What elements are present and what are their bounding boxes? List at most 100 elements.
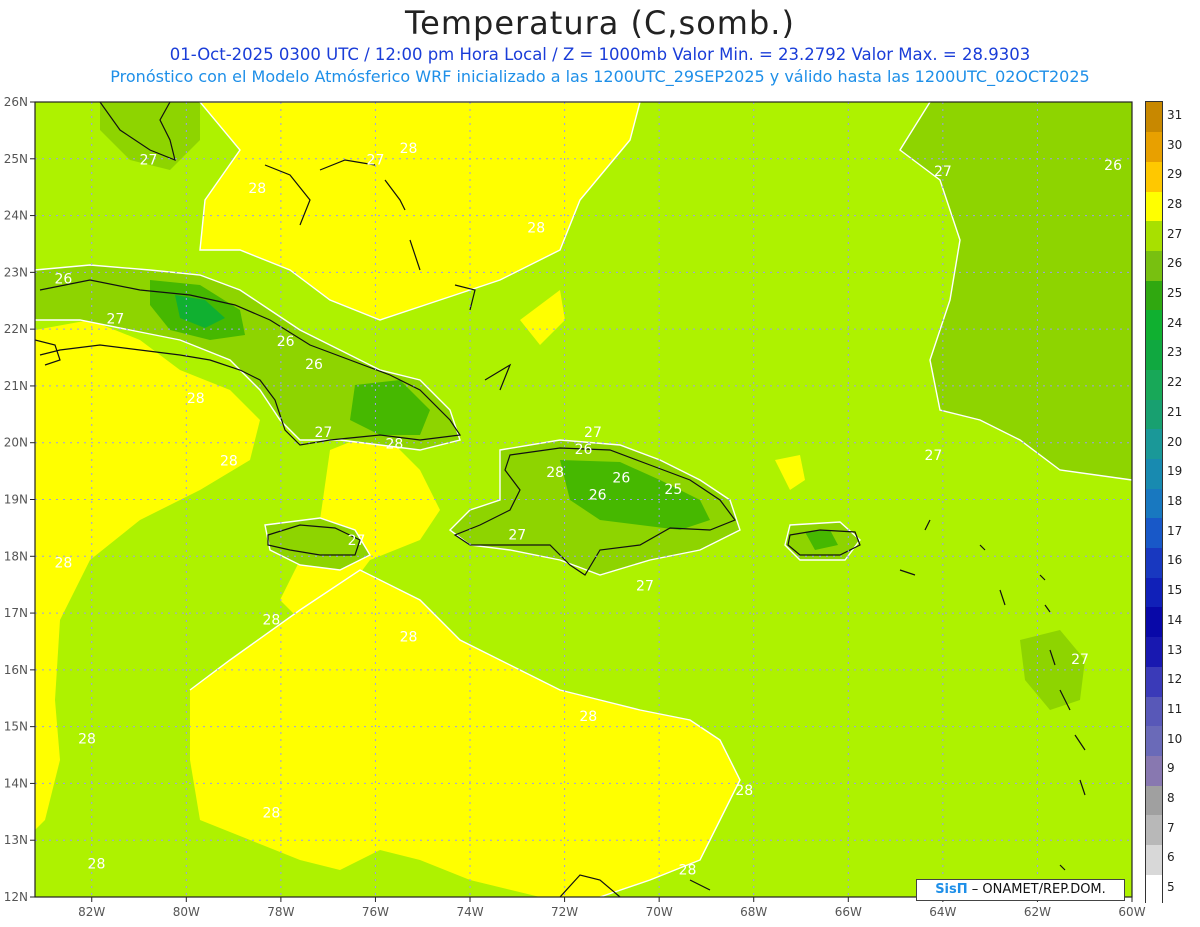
contour-label: 28 [263, 612, 281, 628]
colorbar-label: 8 [1167, 791, 1175, 806]
contour-label: 28 [263, 806, 281, 822]
colorbar-label: 23 [1167, 345, 1183, 360]
colorbar-segment [1146, 399, 1162, 430]
lon-tick-label: 64W [929, 905, 956, 919]
colorbar-label: 18 [1167, 494, 1183, 508]
contour-label: 28 [735, 783, 753, 799]
contour-label: 27 [934, 164, 952, 180]
colorbar-label: 21 [1167, 404, 1183, 419]
lat-tick-label: 20N [4, 436, 28, 450]
contour-label: 26 [1104, 158, 1122, 174]
colorbar-label: 25 [1167, 286, 1183, 301]
temperature-colorbar [1145, 101, 1163, 905]
colorbar-segment [1146, 874, 1162, 905]
contour-label: 28 [579, 709, 597, 725]
contour-label: 27 [636, 578, 654, 594]
contour-label: 27 [106, 311, 124, 327]
contour-label: 25 [664, 482, 682, 498]
colorbar-segment [1146, 785, 1162, 816]
colorbar-segment [1146, 547, 1162, 578]
lon-tick-label: 76W [362, 905, 389, 919]
colorbar-label: 16 [1167, 553, 1183, 568]
colorbar-label: 7 [1167, 820, 1175, 835]
colorbar-segment [1146, 250, 1162, 281]
colorbar-segment [1146, 577, 1162, 608]
lat-tick-label: 16N [4, 663, 28, 677]
contour-label: 28 [187, 391, 205, 407]
colorbar-segment [1146, 102, 1162, 133]
contour-label: 27 [924, 448, 942, 464]
lon-tick-label: 82W [78, 905, 105, 919]
colorbar-label: 29 [1167, 167, 1183, 182]
colorbar-label: 19 [1167, 464, 1183, 479]
contour-label: 27 [348, 533, 366, 549]
colorbar-label: 20 [1167, 434, 1183, 449]
lon-tick-label: 66W [835, 905, 862, 919]
lon-tick-label: 74W [456, 905, 483, 919]
contour-label: 28 [54, 556, 72, 572]
colorbar-label: 12 [1167, 672, 1183, 687]
colorbar-segment [1146, 339, 1162, 370]
lat-tick-label: 14N [4, 776, 28, 790]
colorbar-label: 27 [1167, 226, 1183, 241]
credit-text: – ONAMET/REP.DOM. [971, 882, 1106, 897]
contour-label: 26 [575, 442, 593, 458]
colorbar-segment [1146, 161, 1162, 192]
contour-label: 28 [385, 436, 403, 452]
lon-tick-label: 80W [173, 905, 200, 919]
contour-label: 28 [78, 732, 96, 748]
lat-tick-label: 19N [4, 493, 28, 507]
contour-label: 28 [88, 857, 106, 873]
lon-tick-label: 72W [551, 905, 578, 919]
credit-box: SisΠ – ONAMET/REP.DOM. [916, 879, 1125, 901]
colorbar-segment [1146, 488, 1162, 519]
contour-label: 26 [54, 272, 72, 288]
colorbar-segment [1146, 755, 1162, 786]
contour-label: 28 [546, 465, 564, 481]
lon-tick-label: 60W [1118, 905, 1145, 919]
colorbar-segment [1146, 636, 1162, 667]
contour-label: 27 [508, 527, 526, 543]
colorbar-label: 24 [1167, 315, 1183, 330]
lat-tick-label: 24N [4, 209, 28, 223]
contour-label: 28 [400, 629, 418, 645]
contour-label: 26 [589, 488, 607, 504]
colorbar-segment [1146, 606, 1162, 638]
colorbar-label: 26 [1167, 256, 1183, 271]
colorbar-segment [1146, 844, 1162, 875]
contour-label: 28 [679, 862, 697, 878]
contour-label: 26 [277, 334, 295, 350]
lat-tick-label: 26N [4, 95, 28, 109]
colorbar-label: 30 [1167, 137, 1183, 152]
contour-label: 28 [527, 221, 545, 237]
colorbar-segment [1146, 517, 1162, 549]
colorbar-segment [1146, 369, 1162, 400]
lat-tick-label: 17N [4, 606, 28, 620]
contour-label: 27 [367, 152, 385, 168]
contour-label: 28 [220, 453, 238, 469]
lat-tick-label: 13N [4, 833, 28, 847]
contour-label: 27 [1071, 652, 1089, 668]
contour-label: 26 [305, 357, 323, 373]
colorbar-label: 13 [1167, 642, 1183, 657]
lat-tick-label: 21N [4, 379, 28, 393]
lat-tick-label: 12N [4, 890, 28, 904]
colorbar-segment [1146, 666, 1162, 697]
colorbar-segment [1146, 280, 1162, 311]
colorbar-label: 5 [1167, 880, 1175, 895]
colorbar-segment [1146, 309, 1162, 341]
colorbar-label: 15 [1167, 583, 1183, 598]
lon-tick-label: 78W [267, 905, 294, 919]
lon-tick-label: 68W [740, 905, 767, 919]
colorbar-label: 17 [1167, 523, 1183, 538]
colorbar-label: 14 [1167, 612, 1183, 627]
colorbar-segment [1146, 725, 1162, 756]
lat-tick-label: 15N [4, 720, 28, 734]
colorbar-label: 9 [1167, 761, 1175, 776]
lon-tick-label: 70W [646, 905, 673, 919]
contour-label: 28 [400, 141, 418, 157]
colorbar-label: 11 [1167, 701, 1183, 716]
lat-tick-label: 18N [4, 549, 28, 563]
contour-label: 27 [315, 425, 333, 441]
lat-tick-label: 22N [4, 322, 28, 336]
